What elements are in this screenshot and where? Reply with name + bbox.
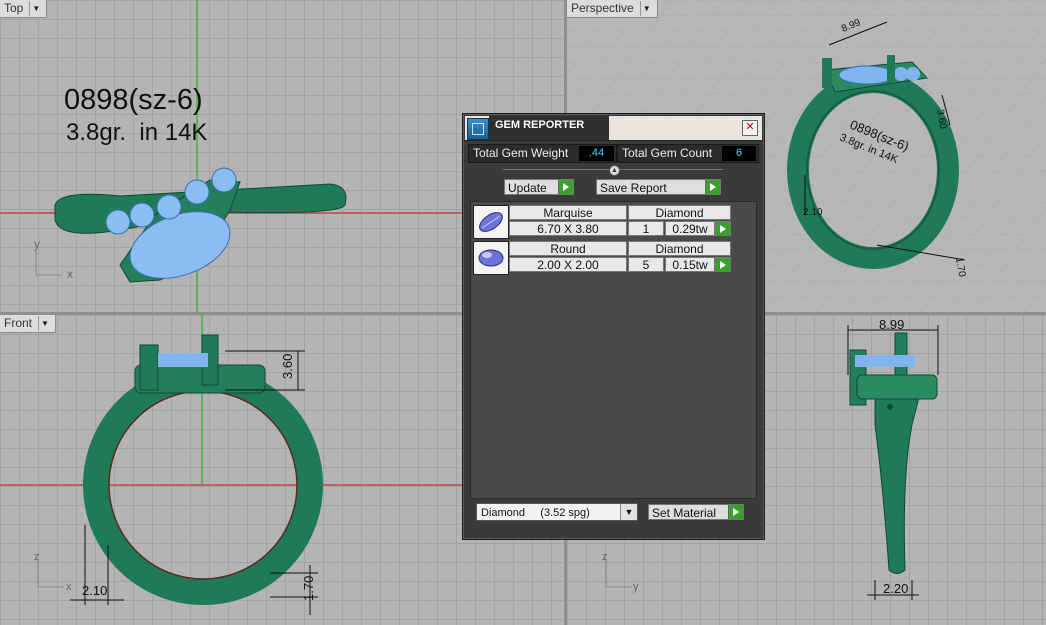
play-arrow-icon: [716, 258, 730, 272]
axis-y-label: y: [34, 237, 40, 251]
gem-row[interactable]: Marquise Diamond 6.70 X 3.80 1 0.29tw: [473, 205, 731, 239]
annotation-weight: 3.8gr. in 14K: [66, 119, 208, 146]
total-gem-weight: Total Gem Weight .44: [468, 144, 617, 163]
save-report-button-label: Save Report: [600, 181, 667, 195]
set-material-button[interactable]: Set Material: [648, 504, 744, 520]
dim-front-height: 3.60: [280, 354, 295, 379]
chevron-down-icon[interactable]: ▼: [639, 1, 653, 16]
viewport-label: Perspective: [571, 1, 634, 15]
play-arrow-icon: [716, 222, 730, 236]
gem-material: Diamond: [628, 205, 731, 220]
gem-material: Diamond: [628, 241, 731, 256]
chevron-down-icon[interactable]: ▼: [620, 504, 637, 520]
viewport-label: Front: [4, 316, 33, 330]
save-report-button[interactable]: Save Report: [596, 179, 721, 195]
gem-weight: 0.15tw: [665, 257, 715, 272]
marquise-gem-icon: [473, 205, 509, 239]
gem-row-go-button[interactable]: [715, 221, 731, 236]
chevron-down-icon[interactable]: ▼: [38, 316, 51, 331]
axis-x-label: x: [66, 581, 72, 593]
dim-persp-left: 2.10: [803, 207, 823, 218]
material-select-value: Diamond (3.52 spg): [481, 507, 590, 519]
close-button[interactable]: ✕: [742, 120, 758, 136]
viewport-tab-top[interactable]: Top ▼: [0, 0, 48, 18]
total-gem-count: Total Gem Count 6: [617, 144, 759, 163]
total-gem-count-label: Total Gem Count: [622, 146, 713, 160]
gem-count: 1: [628, 221, 664, 236]
dim-right-top: 8.99: [879, 317, 904, 332]
update-button[interactable]: Update: [504, 179, 574, 195]
play-arrow-icon: [705, 180, 720, 194]
dim-front-bottom-left: 2.10: [82, 583, 107, 598]
material-select[interactable]: Diamond (3.52 spg) ▼: [476, 503, 638, 521]
axis-z-label: z: [34, 551, 40, 563]
annotation-title: 0898(sz-6): [64, 84, 203, 116]
gem-size: 6.70 X 3.80: [509, 221, 627, 236]
dim-right-bottom: 2.20: [883, 581, 908, 596]
gem-row-go-button[interactable]: [715, 257, 731, 272]
play-arrow-icon: [728, 505, 743, 519]
gem-reporter-logo-icon: [467, 118, 489, 140]
axis-x-label: x: [67, 267, 73, 281]
round-gem-icon: [473, 241, 509, 275]
axis-y-label: y: [633, 581, 639, 593]
collapse-toggle-icon[interactable]: ▲: [609, 165, 620, 176]
gem-weight: 0.29tw: [665, 221, 715, 236]
gem-reporter-panel: GEM REPORTER ✕ Total Gem Weight .44 Tota…: [462, 113, 765, 540]
chevron-down-icon[interactable]: ▼: [29, 1, 42, 16]
total-gem-weight-label: Total Gem Weight: [473, 146, 569, 160]
gem-shape: Marquise: [509, 205, 627, 220]
set-material-button-label: Set Material: [652, 506, 717, 520]
viewport-tab-front[interactable]: Front ▼: [0, 315, 57, 333]
total-gem-weight-value: .44: [579, 146, 614, 161]
gem-shape: Round: [509, 241, 627, 256]
gem-list: Marquise Diamond 6.70 X 3.80 1 0.29tw Ro…: [470, 201, 757, 499]
total-gem-count-value: 6: [722, 146, 756, 161]
dim-front-bottom-right: 1.70: [301, 576, 316, 601]
viewport-tab-perspective[interactable]: Perspective ▼: [567, 0, 658, 18]
panel-titlebar[interactable]: GEM REPORTER ✕: [465, 116, 762, 141]
gem-count: 5: [628, 257, 664, 272]
gem-size: 2.00 X 2.00: [509, 257, 627, 272]
update-button-label: Update: [508, 181, 547, 195]
gem-row[interactable]: Round Diamond 2.00 X 2.00 5 0.15tw: [473, 241, 731, 275]
viewport-label: Top: [4, 1, 24, 15]
play-arrow-icon: [558, 180, 573, 194]
axis-z-label: z: [602, 551, 608, 563]
panel-title: GEM REPORTER: [489, 116, 609, 140]
